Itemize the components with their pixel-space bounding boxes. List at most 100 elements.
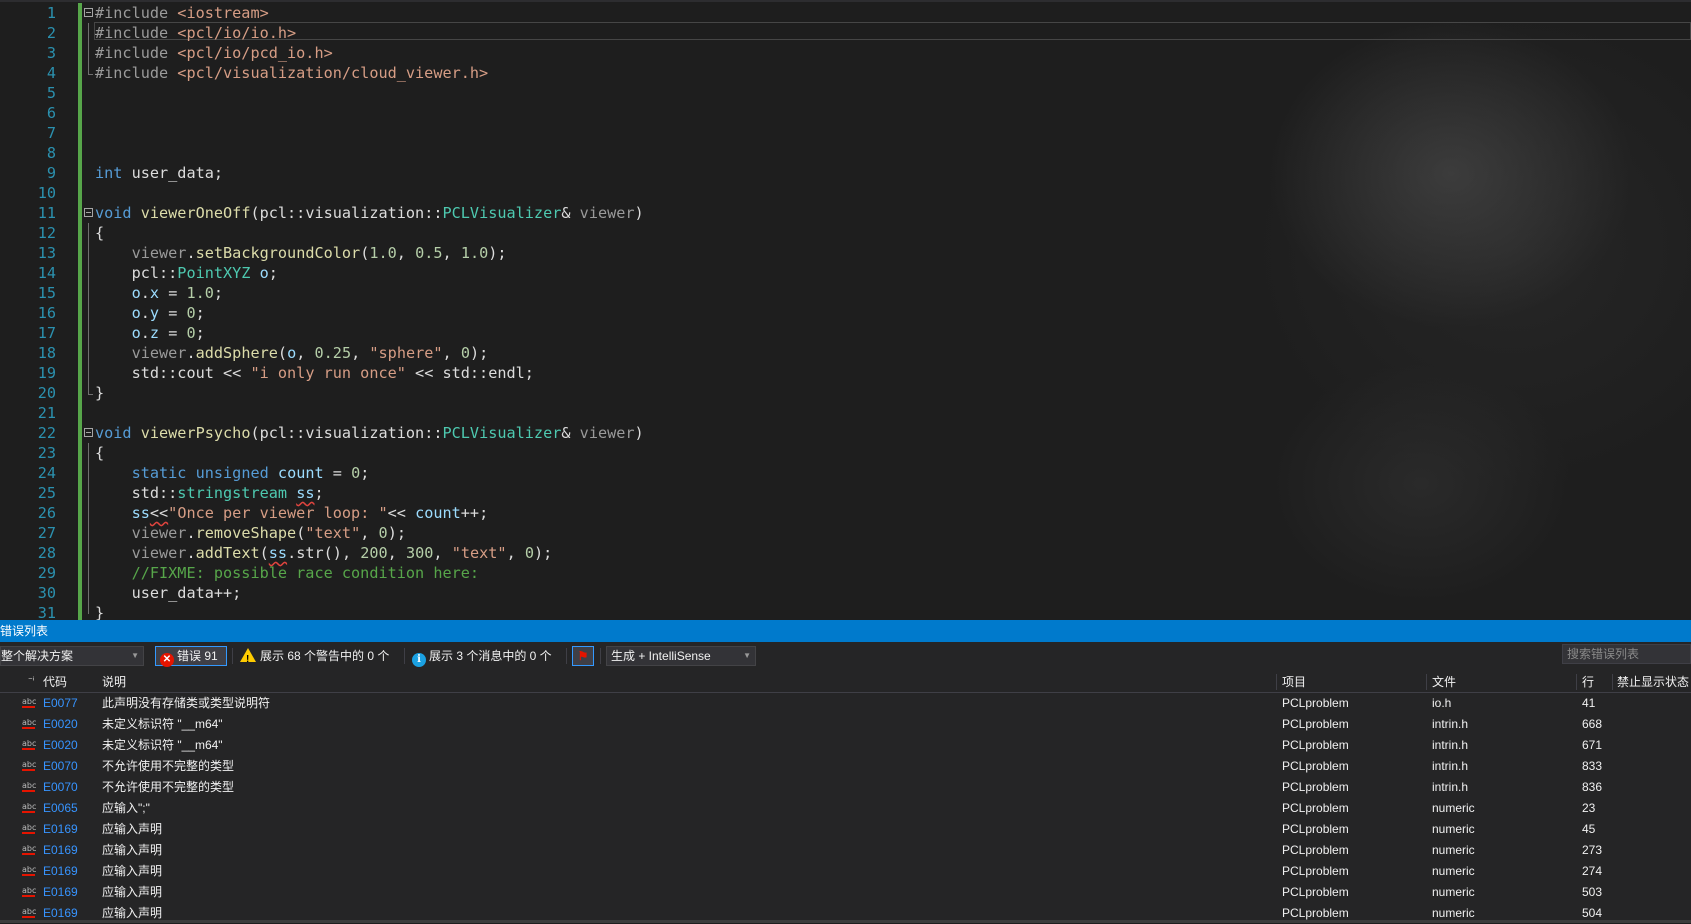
- code-line[interactable]: 20}: [0, 383, 1691, 403]
- error-code[interactable]: E0169: [43, 819, 78, 840]
- column-separator[interactable]: [1576, 674, 1577, 690]
- code-line[interactable]: 8: [0, 143, 1691, 163]
- code-line[interactable]: 17 o.z = 0;: [0, 323, 1691, 343]
- code-line[interactable]: 11 void viewerOneOff(pcl::visualization::…: [0, 203, 1691, 223]
- chevron-down-icon: ▼: [131, 651, 139, 660]
- code-token: #include: [95, 44, 178, 62]
- collapse-icon[interactable]: [84, 428, 93, 437]
- column-header-line[interactable]: 行: [1582, 672, 1594, 692]
- clear-filter-icon[interactable]: ⚑: [572, 646, 594, 666]
- code-line[interactable]: 18 viewer.addSphere(o, 0.25, "sphere", 0…: [0, 343, 1691, 363]
- code-line[interactable]: 28 viewer.addText(ss.str(), 200, 300, "t…: [0, 543, 1691, 563]
- error-code[interactable]: E0070: [43, 777, 78, 798]
- error-file: numeric: [1432, 864, 1475, 878]
- code-line[interactable]: 14 pcl::PointXYZ o;: [0, 263, 1691, 283]
- code-token: //FIXME: possible race condition here:: [131, 564, 480, 582]
- error-code[interactable]: E0020: [43, 714, 78, 735]
- code-line[interactable]: 9 int user_data;: [0, 163, 1691, 183]
- code-line[interactable]: 19 std::cout << "i only run once" << std…: [0, 363, 1691, 383]
- search-error-list-input[interactable]: 搜索错误列表: [1562, 644, 1691, 664]
- code-line[interactable]: 23 {: [0, 443, 1691, 463]
- outline-guide-end: [88, 394, 93, 395]
- code-line[interactable]: 3 #include <pcl/io/pcd_io.h>: [0, 43, 1691, 63]
- error-row[interactable]: abc E0169 应输入声明 PCLproblem numeric 45: [0, 819, 1691, 840]
- error-file: numeric: [1432, 843, 1475, 857]
- error-code[interactable]: E0169: [43, 861, 78, 882]
- warnings-filter-button[interactable]: ! 展示 68 个警告中的 0 个: [238, 646, 389, 666]
- error-row[interactable]: abc E0077 此声明没有存储类或类型说明符 PCLproblem io.h 41: [0, 693, 1691, 714]
- code-line[interactable]: 24 static unsigned count = 0;: [0, 463, 1691, 483]
- code-line[interactable]: 15 o.x = 1.0;: [0, 283, 1691, 303]
- code-token: }: [95, 604, 105, 620]
- change-marker: [78, 563, 82, 583]
- code-line[interactable]: 26 ss<<"Once per viewer loop: "<< count+…: [0, 503, 1691, 523]
- line-number: 7: [46, 124, 56, 142]
- error-code[interactable]: E0065: [43, 798, 78, 819]
- collapse-icon[interactable]: [84, 208, 93, 217]
- error-code[interactable]: E0020: [43, 735, 78, 756]
- build-filter-dropdown[interactable]: 生成 + IntelliSense ▼: [606, 646, 756, 666]
- code-editor[interactable]: 1 #include <iostream> 2 #include <pcl/io/io…: [0, 0, 1691, 620]
- code-line[interactable]: 7: [0, 123, 1691, 143]
- code-line[interactable]: 22 void viewerPsycho(pcl::visualization::…: [0, 423, 1691, 443]
- code-line[interactable]: 4 #include <pcl/visualization/cloud_viewe…: [0, 63, 1691, 83]
- code-line[interactable]: 13 viewer.setBackgroundColor(1.0, 0.5, 1…: [0, 243, 1691, 263]
- column-header-description[interactable]: 说明: [102, 672, 126, 692]
- column-header-suppress[interactable]: 禁止显示状态: [1617, 672, 1689, 692]
- code-line[interactable]: 25 std::stringstream ss;: [0, 483, 1691, 503]
- column-header-file[interactable]: 文件: [1432, 672, 1456, 692]
- column-header-code[interactable]: 代码: [43, 672, 67, 692]
- code-token: ++;: [213, 584, 242, 602]
- code-text: o.x = 1.0;: [95, 283, 224, 303]
- code-line[interactable]: 1 #include <iostream>: [0, 3, 1691, 23]
- scope-dropdown[interactable]: 整个解决方案 ▼: [0, 646, 144, 666]
- code-token: ): [634, 204, 644, 222]
- code-line[interactable]: 5: [0, 83, 1691, 103]
- code-line[interactable]: 27 viewer.removeShape("text", 0);: [0, 523, 1691, 543]
- code-token: );: [387, 524, 406, 542]
- code-token: {: [95, 444, 105, 462]
- code-token: 0: [351, 464, 361, 482]
- error-code[interactable]: E0169: [43, 840, 78, 861]
- code-line[interactable]: 6: [0, 103, 1691, 123]
- collapse-icon[interactable]: [84, 8, 93, 17]
- intellisense-error-icon: abc: [22, 739, 37, 750]
- change-marker: [78, 423, 82, 443]
- code-line[interactable]: 12 {: [0, 223, 1691, 243]
- code-line[interactable]: 21: [0, 403, 1691, 423]
- error-list-title[interactable]: 错误列表: [0, 620, 1691, 642]
- error-code[interactable]: E0070: [43, 756, 78, 777]
- messages-filter-button[interactable]: i 展示 3 个消息中的 0 个: [410, 646, 552, 667]
- column-separator[interactable]: [1426, 674, 1427, 690]
- error-file: intrin.h: [1432, 780, 1469, 794]
- code-token: ,: [351, 344, 370, 362]
- error-row[interactable]: abc E0070 不允许使用不完整的类型 PCLproblem intrin.h 836: [0, 777, 1691, 798]
- error-code[interactable]: E0169: [43, 882, 78, 903]
- column-separator[interactable]: [1612, 674, 1613, 690]
- column-separator[interactable]: [1276, 674, 1277, 690]
- error-row[interactable]: abc E0070 不允许使用不完整的类型 PCLproblem intrin.h 833: [0, 756, 1691, 777]
- error-row[interactable]: abc E0169 应输入声明 PCLproblem numeric 273: [0, 840, 1691, 861]
- code-line[interactable]: 2 #include <pcl/io/io.h>: [0, 23, 1691, 43]
- code-token: "text": [305, 524, 361, 542]
- error-row[interactable]: abc E0065 应输入";" PCLproblem numeric 23: [0, 798, 1691, 819]
- error-row[interactable]: abc E0020 未定义标识符 "__m64" PCLproblem intrin.h…: [0, 735, 1691, 756]
- error-code[interactable]: E0077: [43, 693, 78, 714]
- code-line[interactable]: 30 user_data++;: [0, 583, 1691, 603]
- code-token: int: [95, 164, 123, 182]
- code-line[interactable]: 29 //FIXME: possible race condition here…: [0, 563, 1691, 583]
- line-number: 12: [37, 224, 56, 242]
- column-header-project[interactable]: 项目: [1282, 672, 1306, 692]
- errors-filter-button[interactable]: ✕ 错误 91: [155, 646, 227, 667]
- error-file: numeric: [1432, 801, 1475, 815]
- code-token: 200: [360, 544, 388, 562]
- code-line[interactable]: 10: [0, 183, 1691, 203]
- sort-icon[interactable]: ⁻ⁱ: [28, 670, 34, 690]
- code-line[interactable]: 16 o.y = 0;: [0, 303, 1691, 323]
- code-text: ss<<"Once per viewer loop: "<< count++;: [95, 503, 489, 523]
- error-row[interactable]: abc E0169 应输入声明 PCLproblem numeric 503: [0, 882, 1691, 903]
- code-line[interactable]: 31}: [0, 603, 1691, 620]
- error-row[interactable]: abc E0020 未定义标识符 "__m64" PCLproblem intrin.h…: [0, 714, 1691, 735]
- error-row[interactable]: abc E0169 应输入声明 PCLproblem numeric 274: [0, 861, 1691, 882]
